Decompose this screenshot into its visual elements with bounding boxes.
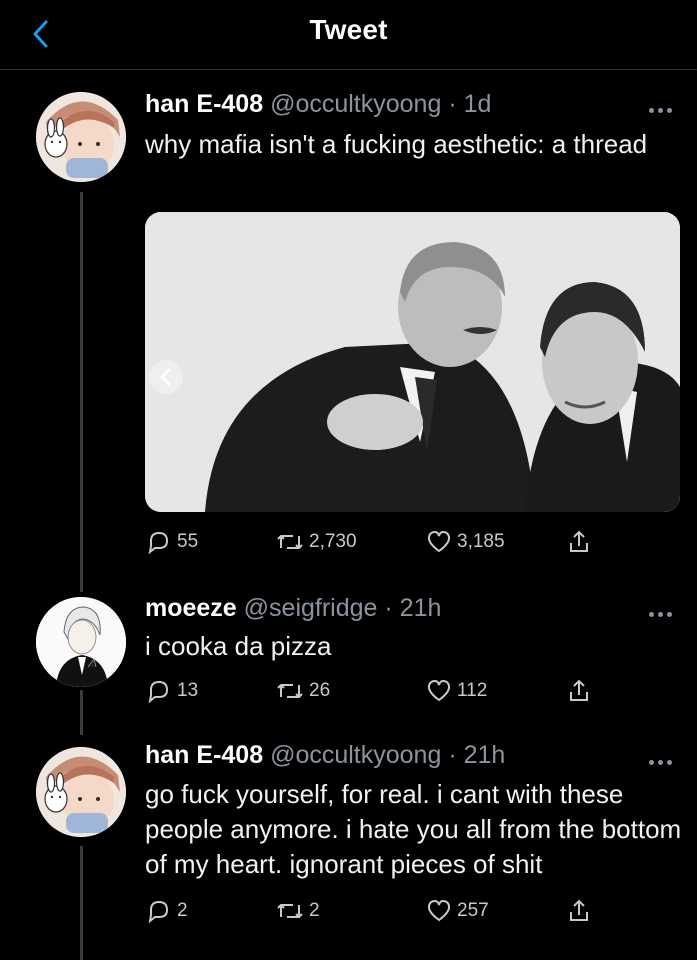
display-name[interactable]: han E-408 xyxy=(145,741,263,769)
like-count: 112 xyxy=(457,680,488,701)
user-handle[interactable]: @seigfridge xyxy=(244,594,378,622)
retweet-button[interactable]: 2 xyxy=(275,897,320,925)
reply-button[interactable]: 13 xyxy=(145,677,198,705)
tweet-header: moeeze @seigfridge · 21h xyxy=(145,594,441,623)
retweet-count: 26 xyxy=(309,680,331,701)
tweet-header: han E-408 @occultkyoong · 21h xyxy=(145,741,505,770)
tweet-text: go fuck yourself, for real. i cant with … xyxy=(145,779,682,879)
tweet-actions: 2 2 257 xyxy=(145,897,675,927)
top-bar: Tweet xyxy=(0,0,697,70)
retweet-icon xyxy=(277,535,303,549)
thread-line xyxy=(80,846,83,960)
heart-icon xyxy=(427,679,451,702)
like-button[interactable]: 112 xyxy=(425,677,487,705)
tweet-text: i cooka da pizza xyxy=(145,631,332,661)
timestamp[interactable]: · 21h xyxy=(448,741,505,769)
page-title: Tweet xyxy=(309,14,388,45)
like-button[interactable]: 257 xyxy=(425,897,489,925)
heart-icon xyxy=(427,530,451,553)
tweet-header: han E-408 @occultkyoong · 1d xyxy=(145,90,491,119)
avatar[interactable] xyxy=(36,597,126,687)
retweet-count: 2,730 xyxy=(309,531,357,552)
share-button[interactable] xyxy=(565,677,593,705)
more-icon[interactable] xyxy=(649,100,677,113)
carousel-prev-button[interactable] xyxy=(149,360,183,394)
tweet-actions: 55 2,730 3,185 xyxy=(145,528,675,558)
like-count: 3,185 xyxy=(457,531,505,552)
heart-icon xyxy=(427,899,451,922)
user-handle[interactable]: @occultkyoong xyxy=(270,90,441,118)
reply-button[interactable]: 55 xyxy=(145,528,198,556)
share-icon xyxy=(570,679,588,701)
reply-button[interactable]: 2 xyxy=(145,897,188,925)
avatar[interactable] xyxy=(36,747,126,837)
avatar[interactable] xyxy=(36,92,126,182)
like-count: 257 xyxy=(457,900,489,921)
reply-icon xyxy=(148,680,169,704)
retweet-icon xyxy=(277,684,303,698)
timestamp[interactable]: · 1d xyxy=(448,90,491,118)
reply-count: 2 xyxy=(177,900,188,921)
share-button[interactable] xyxy=(565,528,593,556)
tweet-photo[interactable] xyxy=(145,212,680,512)
share-icon xyxy=(570,530,588,552)
reply-count: 55 xyxy=(177,531,199,552)
reply-icon xyxy=(148,531,169,555)
like-button[interactable]: 3,185 xyxy=(425,528,505,556)
tweet-text: why mafia isn't a fucking aesthetic: a t… xyxy=(145,129,648,159)
display-name[interactable]: han E-408 xyxy=(145,90,263,118)
share-button[interactable] xyxy=(565,897,593,925)
retweet-count: 2 xyxy=(309,900,320,921)
more-icon[interactable] xyxy=(649,604,677,617)
more-icon[interactable] xyxy=(649,752,677,765)
retweet-button[interactable]: 2,730 xyxy=(275,528,357,556)
retweet-icon xyxy=(277,904,303,918)
share-icon xyxy=(570,899,588,921)
thread-line xyxy=(80,192,83,592)
reply-count: 13 xyxy=(177,680,199,701)
display-name[interactable]: moeeze xyxy=(145,594,237,622)
reply-icon xyxy=(148,900,169,924)
user-handle[interactable]: @occultkyoong xyxy=(270,741,441,769)
timestamp[interactable]: · 21h xyxy=(384,594,441,622)
tweet-actions: 13 26 112 xyxy=(145,677,675,707)
thread-line xyxy=(80,690,83,735)
retweet-button[interactable]: 26 xyxy=(275,677,330,705)
